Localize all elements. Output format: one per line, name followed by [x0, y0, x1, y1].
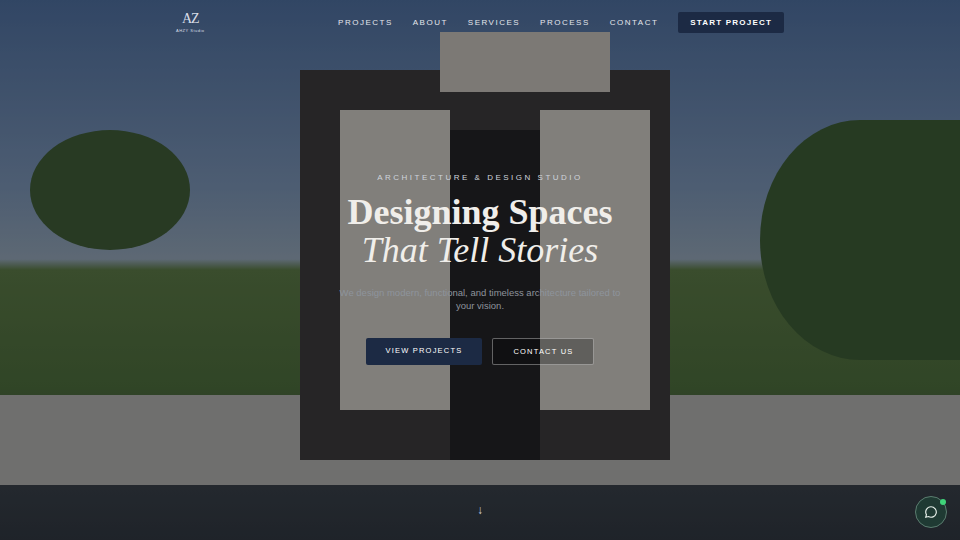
logo-mark[interactable]: AZ	[182, 12, 199, 26]
nav-link[interactable]: CONTACT	[610, 18, 659, 27]
hero-content: ARCHITECTURE & DESIGN STUDIO Designing Sp…	[0, 33, 960, 540]
nav-link[interactable]: SERVICES	[468, 18, 520, 27]
top-nav: AZ AHZY Studio PROJECTS ABOUT SERVICES PROCES…	[0, 0, 960, 33]
hero-button[interactable]: VIEW PROJECTS	[366, 338, 483, 365]
hero-subtitle: We design modern, functional, and timele…	[335, 286, 625, 312]
hero: AZ AHZY Studio PROJECTS ABOUT SERVICES PROCES…	[0, 0, 960, 540]
nav-link[interactable]: PROJECTS	[338, 18, 393, 27]
chat-button[interactable]	[915, 496, 947, 528]
hero-button[interactable]: CONTACT US	[492, 338, 594, 365]
nav-link[interactable]: PROCESS	[540, 18, 590, 27]
hero-title-italic: That Tell Stories	[362, 232, 599, 270]
online-dot	[940, 499, 946, 505]
logo[interactable]: AZ AHZY Studio	[176, 12, 205, 33]
start-project-button[interactable]: START PROJECT	[678, 12, 784, 33]
chat-icon[interactable]	[924, 505, 938, 519]
hero-title: Designing Spaces	[347, 194, 612, 230]
scroll-down-icon[interactable]: ↓	[477, 503, 483, 517]
hero-eyebrow: ARCHITECTURE & DESIGN STUDIO	[377, 173, 583, 182]
nav-link[interactable]: ABOUT	[413, 18, 448, 27]
nav-links: PROJECTS ABOUT SERVICES PROCESS CONTACT START…	[338, 12, 784, 33]
hero-buttons: VIEW PROJECTS CONTACT US	[366, 338, 595, 365]
logo-name[interactable]: AHZY Studio	[176, 28, 205, 33]
